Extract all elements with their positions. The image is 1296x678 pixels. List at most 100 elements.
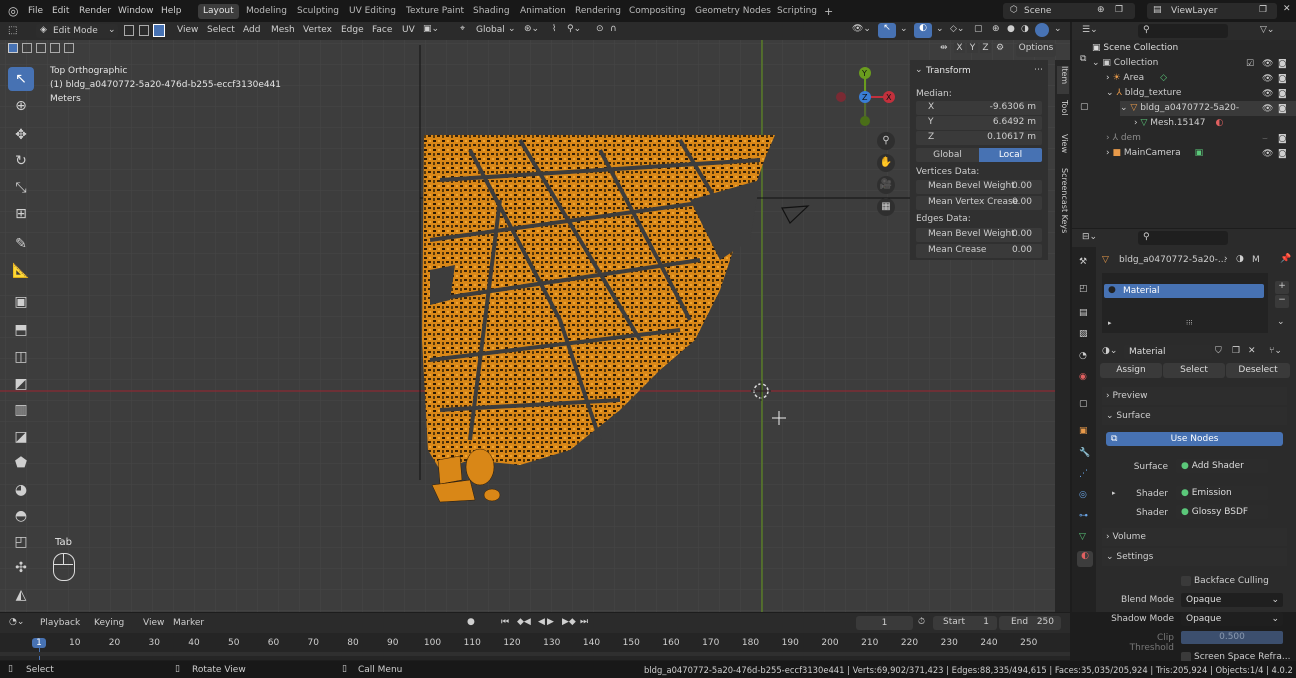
jump-start-icon[interactable]: ⏮	[501, 617, 509, 627]
proportional-edit-icon[interactable]: ⊙	[596, 24, 604, 34]
camera-icon[interactable]: ◙	[1278, 89, 1287, 99]
wireframe-shading-icon[interactable]: ⊕	[992, 24, 1000, 34]
menu-view[interactable]: View	[143, 618, 164, 628]
tab-view[interactable]: View	[1057, 134, 1069, 162]
shadow-mode-select[interactable]: Opaque ⌄	[1181, 612, 1283, 626]
volume-section-header[interactable]: › Volume	[1102, 528, 1287, 546]
duplicate-icon[interactable]: ❐	[1232, 346, 1240, 356]
overlay-toggle-icon[interactable]: ◐	[914, 23, 932, 38]
deselect-button[interactable]: Deselect	[1226, 363, 1290, 378]
jump-keyframe-back-icon[interactable]: ◆◀	[517, 617, 531, 627]
end-frame-field[interactable]: End 250	[999, 616, 1061, 630]
pin-icon[interactable]: ⊕	[1097, 5, 1105, 15]
z-field[interactable]: Z 0.10617 m	[916, 131, 1042, 145]
menu-select[interactable]: Select	[207, 25, 235, 35]
material-slot-item[interactable]: ● Material	[1104, 284, 1264, 298]
copy-icon[interactable]: ❐	[1115, 5, 1123, 15]
settings-section-header[interactable]: ⌄ Settings	[1102, 548, 1287, 566]
mirror-y-toggle[interactable]: Y	[967, 43, 978, 53]
particles-tab-icon[interactable]: ⋰	[1079, 469, 1088, 479]
mode-selector[interactable]: ◈ Edit Mode ⌄	[36, 24, 118, 38]
add-slot-button[interactable]: +	[1275, 281, 1289, 294]
play-icon[interactable]: ▶	[547, 617, 554, 627]
select-button[interactable]: Select	[1163, 363, 1225, 378]
loop-cut-tool[interactable]: ▥	[8, 398, 34, 422]
close-icon[interactable]: ✕	[1283, 4, 1291, 14]
tab-scripting[interactable]: Scripting	[772, 4, 822, 19]
node-link-icon[interactable]: ⑂⌄	[1269, 346, 1282, 356]
eye-icon[interactable]: 👁	[1262, 89, 1273, 99]
jump-end-icon[interactable]: ⏭	[580, 617, 588, 627]
camera-view-icon[interactable]: 🎥	[877, 176, 895, 194]
bevel-tool[interactable]: ◩	[8, 372, 34, 396]
vertex-select-icon[interactable]	[124, 25, 134, 36]
smooth-tool[interactable]: ◓	[8, 504, 34, 528]
eye-icon[interactable]: 👁	[1262, 74, 1273, 84]
eye-icon[interactable]: 👁	[1262, 149, 1273, 159]
options-dropdown[interactable]: Options	[1016, 43, 1056, 57]
record-icon[interactable]: ●	[467, 617, 475, 627]
menu-add[interactable]: Add	[243, 25, 260, 35]
shader2-field[interactable]: ● Glossy BSDF	[1176, 505, 1268, 519]
use-nodes-button[interactable]: ⧉ Use Nodes	[1106, 432, 1283, 446]
menu-mesh[interactable]: Mesh	[271, 25, 295, 35]
pin-icon[interactable]: 📌	[1280, 254, 1291, 264]
chevron-down-icon[interactable]: ⌄	[900, 24, 908, 34]
timeline-scrollbar[interactable]	[0, 652, 1070, 656]
outliner-row-camera[interactable]: › ■ MainCamera ▣	[1106, 146, 1203, 161]
rotate-tool[interactable]: ↻	[8, 149, 34, 173]
backface-culling-checkbox[interactable]	[1181, 576, 1191, 586]
zoom-icon[interactable]: ⚲	[877, 132, 895, 150]
camera-icon[interactable]: ◙	[1278, 149, 1287, 159]
global-toggle[interactable]: Global	[916, 148, 979, 162]
tab-modeling[interactable]: Modeling	[241, 4, 292, 19]
checkbox-icon[interactable]: ☑	[1246, 59, 1254, 69]
filter-icon[interactable]: ▽⌄	[1260, 25, 1274, 35]
camera-icon[interactable]: ◙	[1278, 134, 1287, 144]
face-select-icon[interactable]	[153, 24, 165, 37]
copy-icon[interactable]: ❐	[1259, 5, 1267, 15]
surface-section-header[interactable]: ⌄ Surface	[1102, 407, 1287, 425]
menu-uv[interactable]: UV	[402, 25, 415, 35]
preview-section-header[interactable]: › Preview	[1102, 387, 1287, 405]
clip-threshold-field[interactable]: 0.500	[1181, 631, 1283, 644]
camera-icon[interactable]: ◙	[1278, 59, 1287, 69]
shader1-field[interactable]: ● Emission	[1176, 486, 1268, 500]
drag-handle-icon[interactable]: ⋯	[1034, 65, 1043, 75]
menu-view[interactable]: View	[177, 25, 198, 35]
select-extend-icon[interactable]	[22, 43, 32, 53]
menu-face[interactable]: Face	[372, 25, 392, 35]
add-workspace-icon[interactable]: +	[819, 4, 838, 19]
outliner-row-dem[interactable]: › ⅄ dem	[1106, 131, 1141, 146]
tab-geometry-nodes[interactable]: Geometry Nodes	[690, 4, 776, 19]
camera-icon[interactable]: ◙	[1278, 104, 1287, 114]
material-tab-icon[interactable]: ◐	[1077, 551, 1093, 567]
view-layer-tab-icon[interactable]: ▧	[1079, 329, 1088, 339]
tab-layout[interactable]: Layout	[198, 4, 239, 19]
chevron-down-icon[interactable]: ⌄	[936, 24, 944, 34]
start-frame-field[interactable]: Start 1	[933, 616, 997, 630]
extrude-tool[interactable]: ⬒	[8, 318, 34, 342]
properties-editor-icon[interactable]: ⊟⌄	[1082, 232, 1097, 242]
menu-file[interactable]: File	[28, 5, 43, 17]
current-frame-field[interactable]: 1	[856, 616, 913, 630]
shrink-fatten-tool[interactable]: ✣	[8, 556, 34, 580]
xray-icon[interactable]: ▢	[974, 24, 983, 34]
chevron-down-icon[interactable]: ⌄	[915, 65, 923, 75]
chevron-right-icon[interactable]: ▸	[1108, 319, 1112, 327]
tab-rendering[interactable]: Rendering	[570, 4, 626, 19]
outliner-row-bldg-texture[interactable]: ⌄ ⅄ bldg_texture	[1106, 86, 1181, 101]
material-shading-icon[interactable]: ◑	[1021, 24, 1029, 34]
x-field[interactable]: X -9.6306 m	[916, 101, 1042, 115]
outliner-side-icon[interactable]: ▢	[1080, 102, 1089, 112]
select-invert-icon[interactable]	[50, 43, 60, 53]
measure-tool[interactable]: 📐	[8, 259, 34, 283]
select-box-tool[interactable]: ↖	[8, 67, 34, 91]
material-slot-list[interactable]: ● Material ▸ ⁝⁝⁝	[1102, 273, 1268, 333]
tool-tab-icon[interactable]: ⚒	[1079, 257, 1087, 267]
tab-texture-paint[interactable]: Texture Paint	[401, 4, 469, 19]
tab-shading[interactable]: Shading	[468, 4, 515, 19]
mesh-overlay-icon[interactable]: ◇⌄	[950, 24, 964, 34]
mirror-x-toggle[interactable]: X	[954, 43, 965, 53]
scale-tool[interactable]: ⤡	[8, 176, 34, 200]
